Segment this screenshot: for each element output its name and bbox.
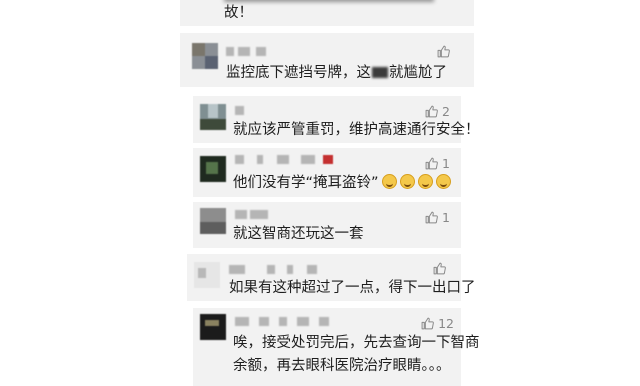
user-name[interactable] <box>226 47 276 56</box>
redacted-badge <box>323 155 333 164</box>
comment-text: 就这智商还玩这一套 <box>233 226 364 242</box>
comment-card: 1 就这智商还玩这一套 <box>193 202 461 248</box>
grinning-squint-face-icon <box>381 174 397 189</box>
user-name[interactable] <box>229 265 339 274</box>
user-name[interactable] <box>235 106 247 115</box>
cut-off-text <box>224 0 434 2</box>
comment-text: 监控底下遮挡号牌，这 就尴尬了 <box>226 65 447 81</box>
user-name[interactable] <box>235 210 271 219</box>
thumbs-up-icon <box>425 211 438 224</box>
avatar[interactable] <box>200 208 226 234</box>
grinning-squint-face-icon <box>399 174 415 189</box>
user-name[interactable] <box>235 155 345 164</box>
like-button[interactable] <box>433 262 450 275</box>
like-button[interactable]: 12 <box>421 316 454 331</box>
like-button[interactable]: 1 <box>425 156 450 171</box>
like-count: 2 <box>442 104 450 119</box>
avatar[interactable] <box>200 156 226 182</box>
thumbs-up-icon <box>421 317 434 330</box>
comment-card: 监控底下遮挡号牌，这 就尴尬了 <box>180 33 474 87</box>
comment-text: 就应该严管重罚，维护高速通行安全！ <box>233 122 480 138</box>
avatar[interactable] <box>200 314 226 340</box>
comment-text: 他们没有学“掩耳盗铃” <box>233 173 451 193</box>
avatar[interactable] <box>194 262 220 288</box>
comment-card: 故！ <box>180 0 474 26</box>
user-name[interactable] <box>235 317 355 326</box>
thumbs-up-icon <box>433 262 446 275</box>
comment-text-line-1: 唉，接受处罚完后，先去查询一下智商 <box>233 335 480 351</box>
redacted-text <box>372 67 388 78</box>
avatar[interactable] <box>192 43 218 69</box>
like-count: 1 <box>442 210 450 225</box>
comment-text-line-2: 余额，再去眼科医院治疗眼睛。。。 <box>233 358 451 374</box>
comment-card: 2 就应该严管重罚，维护高速通行安全！ <box>193 96 480 143</box>
avatar[interactable] <box>200 104 226 130</box>
comment-card: 12 唉，接受处罚完后，先去查询一下智商 余额，再去眼科医院治疗眼睛。。。 <box>193 308 480 386</box>
grinning-squint-face-icon <box>435 174 451 189</box>
like-button[interactable]: 1 <box>425 210 450 225</box>
like-count: 1 <box>442 156 450 171</box>
thumbs-up-icon <box>437 45 450 58</box>
comment-text: 如果有这种超过了一点，得下一出口了 <box>229 280 476 296</box>
like-button[interactable]: 2 <box>425 104 450 119</box>
like-count: 12 <box>438 316 454 331</box>
grinning-squint-face-icon <box>417 174 433 189</box>
thumbs-up-icon <box>425 105 438 118</box>
thumbs-up-icon <box>425 157 438 170</box>
comment-text: 故！ <box>224 5 253 21</box>
comment-card: 如果有这种超过了一点，得下一出口了 <box>187 254 476 301</box>
comment-card: 1 他们没有学“掩耳盗铃” <box>193 148 461 197</box>
like-button[interactable] <box>437 45 454 58</box>
